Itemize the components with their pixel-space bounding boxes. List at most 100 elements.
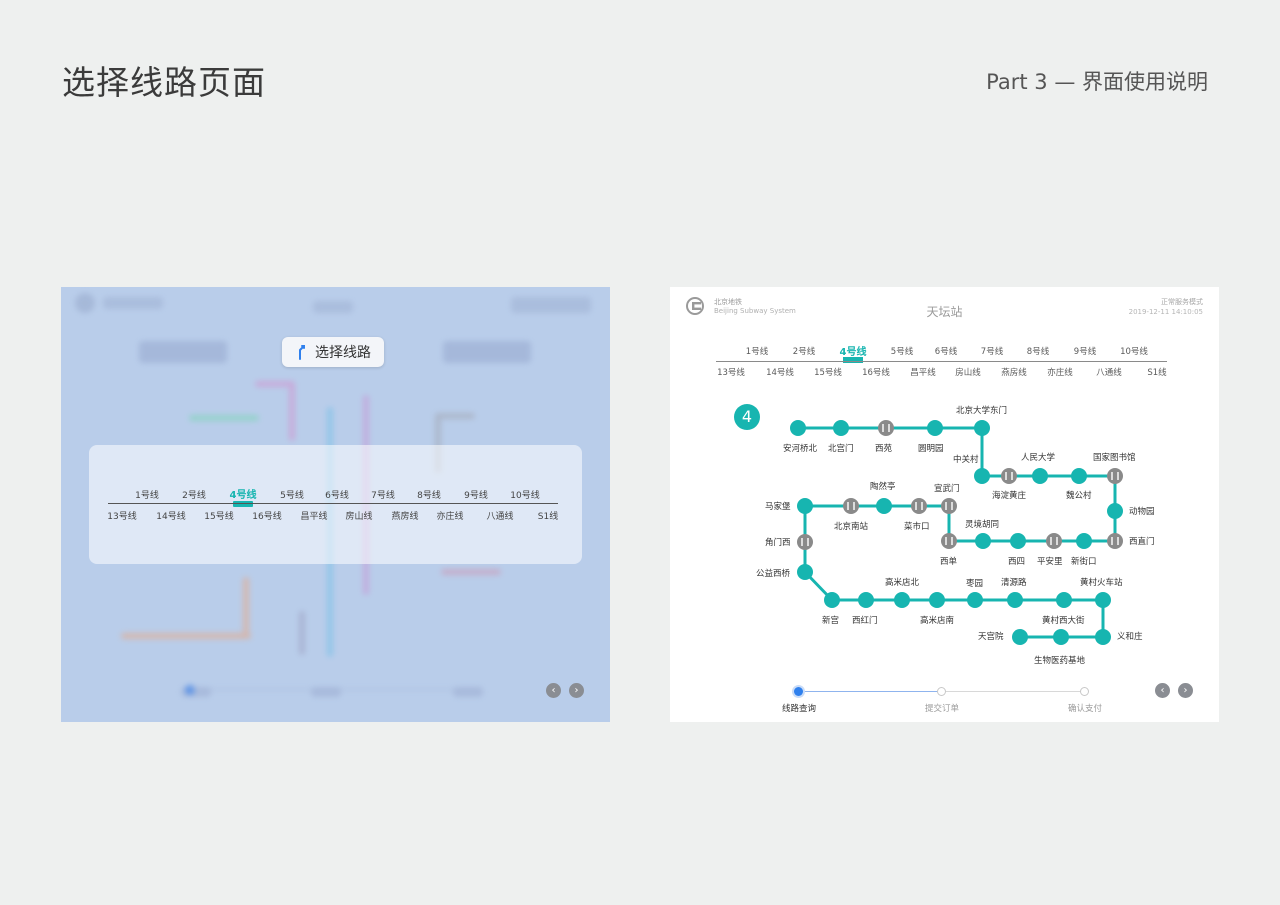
station-renmin-daxue[interactable] (1032, 468, 1048, 484)
station-yihezhuang[interactable] (1095, 629, 1111, 645)
station-anhe-qiaobei[interactable] (790, 420, 806, 436)
label-gongyixiqiao: 公益西桥 (756, 568, 791, 579)
label-guojia-tushuguan: 国家图书馆 (1093, 452, 1136, 463)
label-huangcun-xidajie: 黄村西大街 (1042, 615, 1085, 626)
station-dongwuyuan[interactable] (1107, 503, 1123, 519)
transfer-station-icon[interactable] (797, 534, 813, 550)
label-zhongguancun: 中关村 (953, 454, 979, 465)
route-branch-icon (299, 345, 305, 360)
line-tab-changping[interactable]: 昌平线 (300, 509, 327, 522)
station-xihongmen[interactable] (858, 592, 874, 608)
station-zhongguancun[interactable] (974, 468, 990, 484)
label-gaomidian-bei: 高米店北 (885, 577, 920, 588)
station-weigongcun[interactable] (1071, 468, 1087, 484)
active-line-indicator (233, 501, 253, 507)
label-weigongcun: 魏公村 (1066, 490, 1092, 501)
step-dot-confirm-payment[interactable] (1080, 687, 1089, 696)
line-tab-yizhuang[interactable]: 亦庄线 (436, 509, 463, 522)
line-tab-13[interactable]: 13号线 (107, 509, 136, 522)
station-beigongmen[interactable] (833, 420, 849, 436)
label-xidan: 西单 (940, 556, 958, 567)
station-xingong[interactable] (824, 592, 840, 608)
station-gaomidian-nan[interactable] (929, 592, 945, 608)
station-xinjiekou[interactable] (1076, 533, 1092, 549)
line-tab-1[interactable]: 1号线 (135, 488, 159, 501)
label-renmin-daxue: 人民大学 (1021, 452, 1056, 463)
select-line-screen-blurred: 选择线路 1号线 2号线 4号线 5号线 6号线 7号线 8号线 9号线 10号… (61, 287, 610, 722)
label-tiangongyuan: 天宫院 (978, 631, 1004, 642)
line-tab-5[interactable]: 5号线 (280, 488, 304, 501)
line-tab-batong[interactable]: 八通线 (486, 509, 513, 522)
label-yuanmingyuan: 圆明园 (918, 444, 944, 454)
label-pinganli: 平安里 (1037, 556, 1063, 567)
station-xisi[interactable] (1010, 533, 1026, 549)
station-majiapu[interactable] (797, 498, 813, 514)
select-route-button[interactable]: 选择线路 (282, 337, 384, 367)
label-xiyuan: 西苑 (875, 443, 893, 454)
label-gaomidian-nan: 高米店南 (920, 615, 954, 626)
prev-page-button[interactable]: ‹ (1155, 683, 1170, 698)
label-xingong: 新宫 (822, 615, 839, 626)
station-huangcun-huochezhan[interactable] (1095, 592, 1111, 608)
step-dot-submit-order[interactable] (937, 687, 946, 696)
next-page-button[interactable]: › (1178, 683, 1193, 698)
label-beigongmen: 北宫门 (828, 443, 854, 454)
line-tab-16[interactable]: 16号线 (252, 509, 281, 522)
label-beijing-nanzhan: 北京南站 (834, 521, 869, 532)
prev-page-button[interactable]: ‹ (546, 683, 561, 698)
station-gongyixiqiao[interactable] (797, 564, 813, 580)
line-tab-10[interactable]: 10号线 (510, 488, 539, 501)
station-qingyuanlu[interactable] (1007, 592, 1023, 608)
station-yuanmingyuan[interactable] (927, 420, 943, 436)
label-jiaomenxi: 角门西 (765, 537, 791, 548)
line-tab-8[interactable]: 8号线 (417, 488, 441, 501)
line-tab-14[interactable]: 14号线 (156, 509, 185, 522)
progress-line-pending (946, 691, 1084, 692)
transfer-station-icon[interactable] (1107, 533, 1123, 549)
transfer-station-icon[interactable] (941, 533, 957, 549)
label-anhe-qiaobei: 安河桥北 (783, 443, 818, 454)
label-xinjiekou: 新街口 (1071, 556, 1097, 567)
label-majiapu: 马家堡 (765, 501, 791, 512)
label-xuanwumen: 宣武门 (934, 483, 960, 494)
line-tab-7[interactable]: 7号线 (371, 488, 395, 501)
label-xizhimen: 西直门 (1129, 536, 1155, 547)
label-xihongmen: 西红门 (852, 615, 878, 626)
station-beida-dongmen[interactable] (974, 420, 990, 436)
station-taoranting[interactable] (876, 498, 892, 514)
transfer-station-icon[interactable] (1046, 533, 1062, 549)
station-shengwu-yiyao-jidi[interactable] (1053, 629, 1069, 645)
label-beida-dongmen: 北京大学东门 (956, 405, 1007, 416)
line-tab-fangshan[interactable]: 房山线 (345, 509, 372, 522)
station-huangcun-xidajie[interactable] (1056, 592, 1072, 608)
transfer-station-icon[interactable] (911, 498, 927, 514)
label-xisi: 西四 (1008, 557, 1025, 567)
transfer-station-icon[interactable] (1107, 468, 1123, 484)
step-label-route-query: 线路查询 (781, 704, 817, 714)
line-tab-2[interactable]: 2号线 (182, 488, 206, 501)
line-tab-s1[interactable]: S1线 (538, 509, 558, 522)
line-selector-card: 1号线 2号线 4号线 5号线 6号线 7号线 8号线 9号线 10号线 13号… (89, 445, 582, 564)
step-label-confirm-payment: 确认支付 (1067, 704, 1103, 714)
label-dongwuyuan: 动物园 (1129, 506, 1155, 517)
label-huangcun-huochezhan: 黄村火车站 (1080, 577, 1123, 588)
line-tab-15[interactable]: 15号线 (204, 509, 233, 522)
station-tiangongyuan[interactable] (1012, 629, 1028, 645)
station-zaoyuan[interactable] (967, 592, 983, 608)
line-tab-yanfang[interactable]: 燕房线 (391, 509, 418, 522)
line-tab-4[interactable]: 4号线 (230, 486, 257, 501)
transfer-station-icon[interactable] (878, 420, 894, 436)
station-gaomidian-bei[interactable] (894, 592, 910, 608)
label-taoranting: 陶然亭 (870, 481, 896, 492)
line-tab-9[interactable]: 9号线 (464, 488, 488, 501)
select-route-label: 选择线路 (315, 345, 371, 361)
transfer-station-icon[interactable] (941, 498, 957, 514)
line-tab-6[interactable]: 6号线 (325, 488, 349, 501)
step-dot-route-query[interactable] (794, 687, 803, 696)
transfer-station-icon[interactable] (843, 498, 859, 514)
station-lingjing-hutong[interactable] (975, 533, 991, 549)
next-page-button[interactable]: › (569, 683, 584, 698)
transfer-station-icon[interactable] (1001, 468, 1017, 484)
part-label: Part 3 — 界面使用说明 (986, 70, 1208, 94)
line-divider (108, 503, 558, 504)
